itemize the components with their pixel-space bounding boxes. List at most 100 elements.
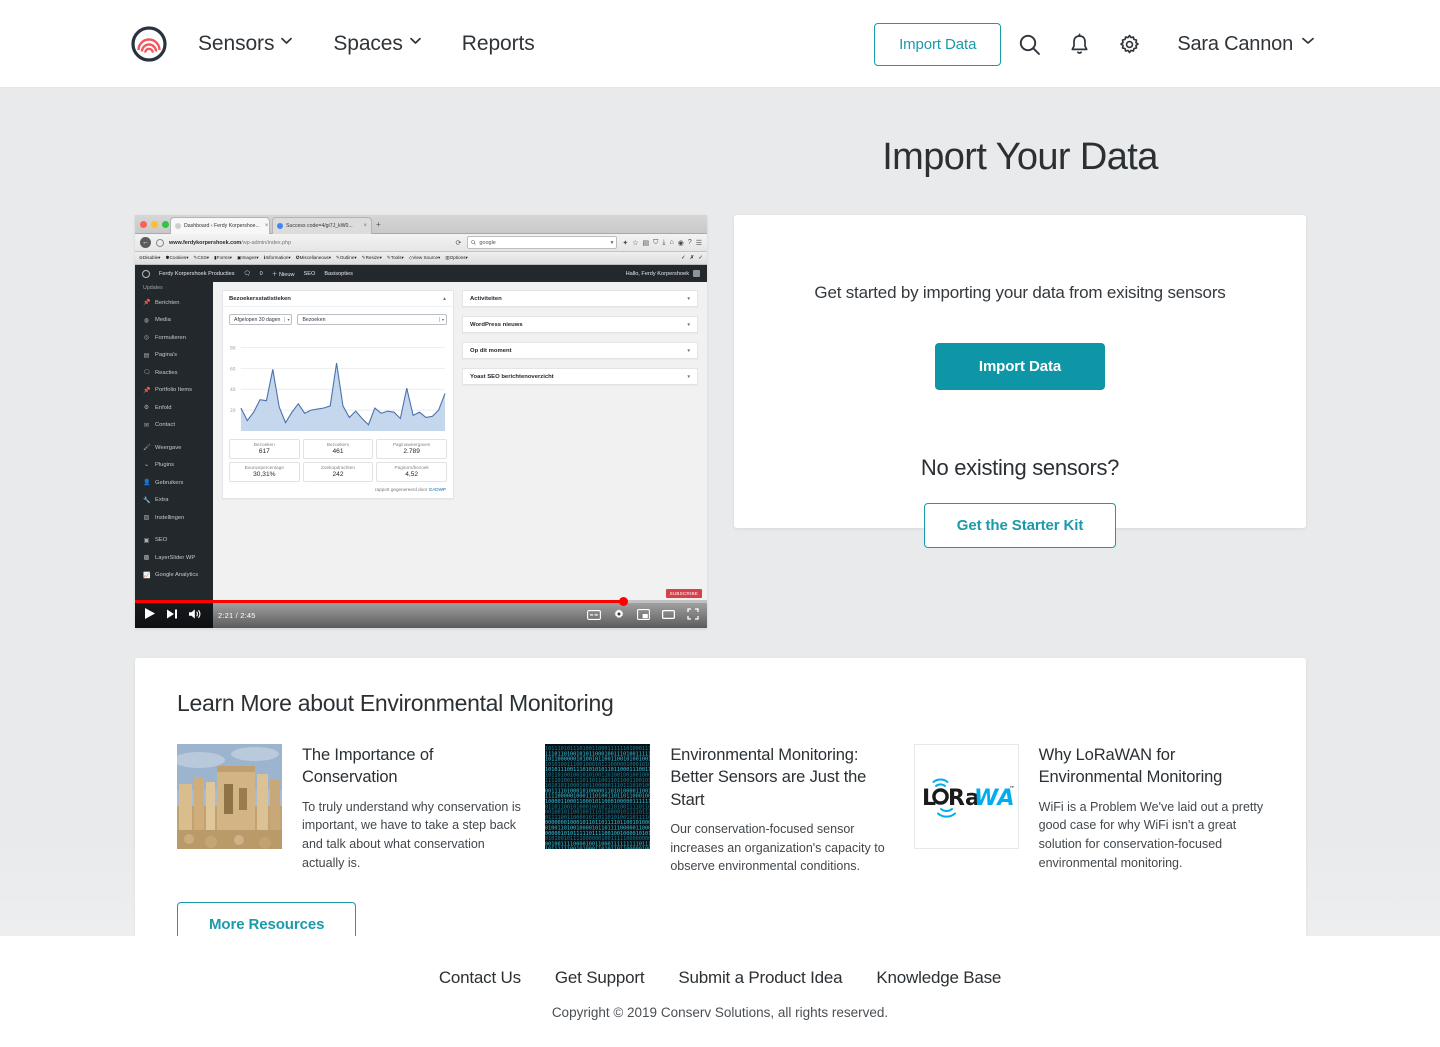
bell-icon[interactable] bbox=[1057, 22, 1101, 66]
wp-widget[interactable]: WordPress nieuws ▾ bbox=[462, 316, 698, 333]
wp-menu-item: ⚙ Enfold bbox=[143, 404, 172, 412]
wp-widget[interactable]: Yoast SEO berichtenoverzicht ▾ bbox=[462, 368, 698, 385]
stat-box: Zoekopdrachten 242 bbox=[302, 462, 374, 482]
wp-panel-footer: rapport gegenereerd door GADWP bbox=[375, 487, 446, 492]
search-icon[interactable] bbox=[1007, 22, 1051, 66]
ext-item: ▮Forms▾ bbox=[214, 255, 232, 260]
wp-menu-item: 📌 Berichten bbox=[143, 299, 180, 307]
new-tab-icon: + bbox=[376, 220, 381, 229]
browser-url-bar: ← www.ferdykorpershoek.com/wp-admin/inde… bbox=[135, 234, 707, 252]
stat-box: Bezoekers 461 bbox=[302, 439, 374, 459]
wp-widget[interactable]: Op dit moment ▾ bbox=[462, 342, 698, 359]
wp-dashboard-main: Bezoekersstatistieken ▲ Afgelopen 30 dag… bbox=[213, 282, 707, 628]
video-controls-row: 2:21 / 2:45 bbox=[135, 603, 707, 628]
nav-item-spaces[interactable]: Spaces bbox=[333, 32, 421, 56]
footer-link-submit-product-idea[interactable]: Submit a Product Idea bbox=[678, 968, 842, 988]
video-controls-left: 2:21 / 2:45 bbox=[143, 607, 256, 625]
wp-metric-select[interactable]: Bezoeken ▾ bbox=[297, 314, 447, 325]
nav-item-sensors[interactable]: Sensors bbox=[198, 31, 293, 56]
main-content: Import Your Data Dashboard ‹ Ferdy Korpe… bbox=[0, 88, 1440, 963]
import-data-button[interactable]: Import Data bbox=[934, 343, 1106, 390]
wp-dashboard: Updates 📌 Berichten ◍ Media ◎ Formulieren ▤… bbox=[135, 282, 707, 628]
chevron-up-icon: ▲ bbox=[442, 295, 447, 302]
analytics-icon: 📈 bbox=[143, 572, 151, 579]
page-footer: Contact Us Get Support Submit a Product … bbox=[0, 936, 1440, 1047]
svg-text:20: 20 bbox=[230, 408, 236, 414]
wp-menu-item: ▣ SEO bbox=[143, 537, 168, 544]
footer-link-knowledge-base[interactable]: Knowledge Base bbox=[876, 968, 1001, 988]
browser-tab: Dashboard ‹ Ferdy Korpershoe... × bbox=[170, 217, 270, 234]
user-menu[interactable]: Sara Cannon bbox=[1177, 32, 1314, 56]
user-name: Sara Cannon bbox=[1177, 32, 1293, 55]
wp-sidebar-updates: Updates bbox=[143, 285, 163, 291]
no-sensors-heading: No existing sensors? bbox=[920, 455, 1120, 480]
tutorial-video-player[interactable]: Dashboard ‹ Ferdy Korpershoe... × Succes… bbox=[135, 215, 707, 628]
main-navigation: Sensors Spaces Reports bbox=[198, 32, 577, 56]
browser-tab: Success code=4/gi7J_kW0... × bbox=[272, 217, 372, 234]
browser-search-box: google ▾ bbox=[467, 236, 618, 249]
miniplayer-icon[interactable] bbox=[637, 607, 650, 625]
ext-item: ⚉Cookies▾ bbox=[165, 255, 189, 260]
volume-icon[interactable] bbox=[188, 607, 202, 625]
gadwp-link[interactable]: GADWP bbox=[429, 487, 446, 492]
resource-item[interactable]: The Importance of Conservation To truly … bbox=[177, 744, 527, 876]
settings-gear-icon[interactable] bbox=[613, 607, 625, 625]
ruins-photo bbox=[177, 744, 282, 849]
close-window-icon bbox=[140, 221, 147, 228]
chevron-down-icon: ▾ bbox=[687, 295, 690, 302]
chevron-down-icon: ▾ bbox=[687, 373, 690, 380]
favicon-icon bbox=[175, 223, 181, 229]
svg-text:40: 40 bbox=[230, 387, 236, 393]
page-root: Sensors Spaces Reports Import Data Sara … bbox=[0, 0, 1440, 1047]
browser-search-text: google bbox=[479, 239, 496, 246]
url-text: www.ferdykorpershoek.com/wp-admin/index.… bbox=[169, 239, 292, 246]
chevron-down-icon: ▾ bbox=[687, 347, 690, 354]
import-card-subtitle: Get started by importing your data from … bbox=[814, 283, 1226, 302]
nav-label-sensors: Sensors bbox=[198, 31, 275, 55]
shield-icon: ⛉ bbox=[653, 238, 659, 246]
header-actions: Import Data Sara Cannon bbox=[874, 0, 1314, 88]
play-icon[interactable] bbox=[143, 607, 156, 625]
wp-greeting: Hallo, Ferdy Korpershoek bbox=[625, 270, 689, 277]
footer-link-get-support[interactable]: Get Support bbox=[555, 968, 645, 988]
get-starter-kit-button[interactable]: Get the Starter Kit bbox=[923, 503, 1117, 548]
seo-icon: ▣ bbox=[143, 537, 150, 544]
resource-item[interactable]: 1011101011101001100011111101000111 111011… bbox=[545, 744, 895, 876]
ext-item: ▥Options▾ bbox=[445, 255, 468, 260]
wp-admin-bar: Ferdy Korpershoek Producties 🗨 0 ＋ Nieuw… bbox=[135, 265, 707, 282]
page-info-icon bbox=[156, 238, 164, 247]
resource-item[interactable]: L Ra WAN ™ Why LoRaWAN for Environmental… bbox=[913, 744, 1264, 876]
reader-icon: ▤ bbox=[642, 239, 650, 247]
app-header: Sensors Spaces Reports Import Data Sara … bbox=[0, 0, 1440, 88]
home-icon: ⌂ bbox=[669, 239, 674, 246]
wp-widget[interactable]: Activiteiten ▾ bbox=[462, 290, 698, 307]
footer-link-contact-us[interactable]: Contact Us bbox=[439, 968, 521, 988]
wordpress-logo-icon bbox=[142, 269, 150, 278]
ext-item: ⊘Disable▾ bbox=[139, 255, 161, 260]
gear-icon[interactable] bbox=[1107, 22, 1151, 66]
theater-mode-icon[interactable] bbox=[661, 607, 676, 625]
conserv-logo[interactable] bbox=[130, 25, 168, 63]
wp-stats-column: Bezoekersstatistieken ▲ Afgelopen 30 dag… bbox=[222, 290, 454, 499]
svg-text:80: 80 bbox=[230, 346, 236, 352]
captions-icon[interactable] bbox=[587, 607, 601, 625]
nav-item-reports[interactable]: Reports bbox=[462, 32, 535, 56]
browser-tab-title: Success code=4/gi7J_kW0... bbox=[286, 223, 353, 229]
resource-heading: Environmental Monitoring: Better Sensors… bbox=[670, 746, 867, 809]
resource-body: Environmental Monitoring: Better Sensors… bbox=[670, 744, 895, 876]
settings-icon: ▨ bbox=[143, 515, 150, 522]
wp-range-select[interactable]: Afgelopen 30 dagen ▾ bbox=[229, 314, 293, 325]
wp-menu-item: 👤 Gebruikers bbox=[143, 479, 184, 487]
youtube-subscribe-button[interactable]: SUBSCRIBE bbox=[665, 589, 702, 598]
fullscreen-icon[interactable] bbox=[687, 607, 699, 625]
next-track-icon[interactable] bbox=[166, 607, 178, 625]
header-import-data-button[interactable]: Import Data bbox=[874, 22, 1002, 66]
learn-more-title: Learn More about Environmental Monitorin… bbox=[177, 690, 614, 716]
wp-comment-count: 0 bbox=[259, 270, 263, 277]
resource-list: The Importance of Conservation To truly … bbox=[177, 744, 1264, 876]
ext-item: ▣Images▾ bbox=[236, 255, 259, 260]
reload-icon: ⟳ bbox=[455, 239, 462, 247]
browser-extension-toolbar: ⊘Disable▾ ⚉Cookies▾ ✎CSS▾ ▮Forms▾ ▣Images▾… bbox=[135, 252, 707, 265]
ext-item: ✎Tools▾ bbox=[386, 255, 404, 260]
wp-seo-link: SEO bbox=[303, 270, 316, 277]
